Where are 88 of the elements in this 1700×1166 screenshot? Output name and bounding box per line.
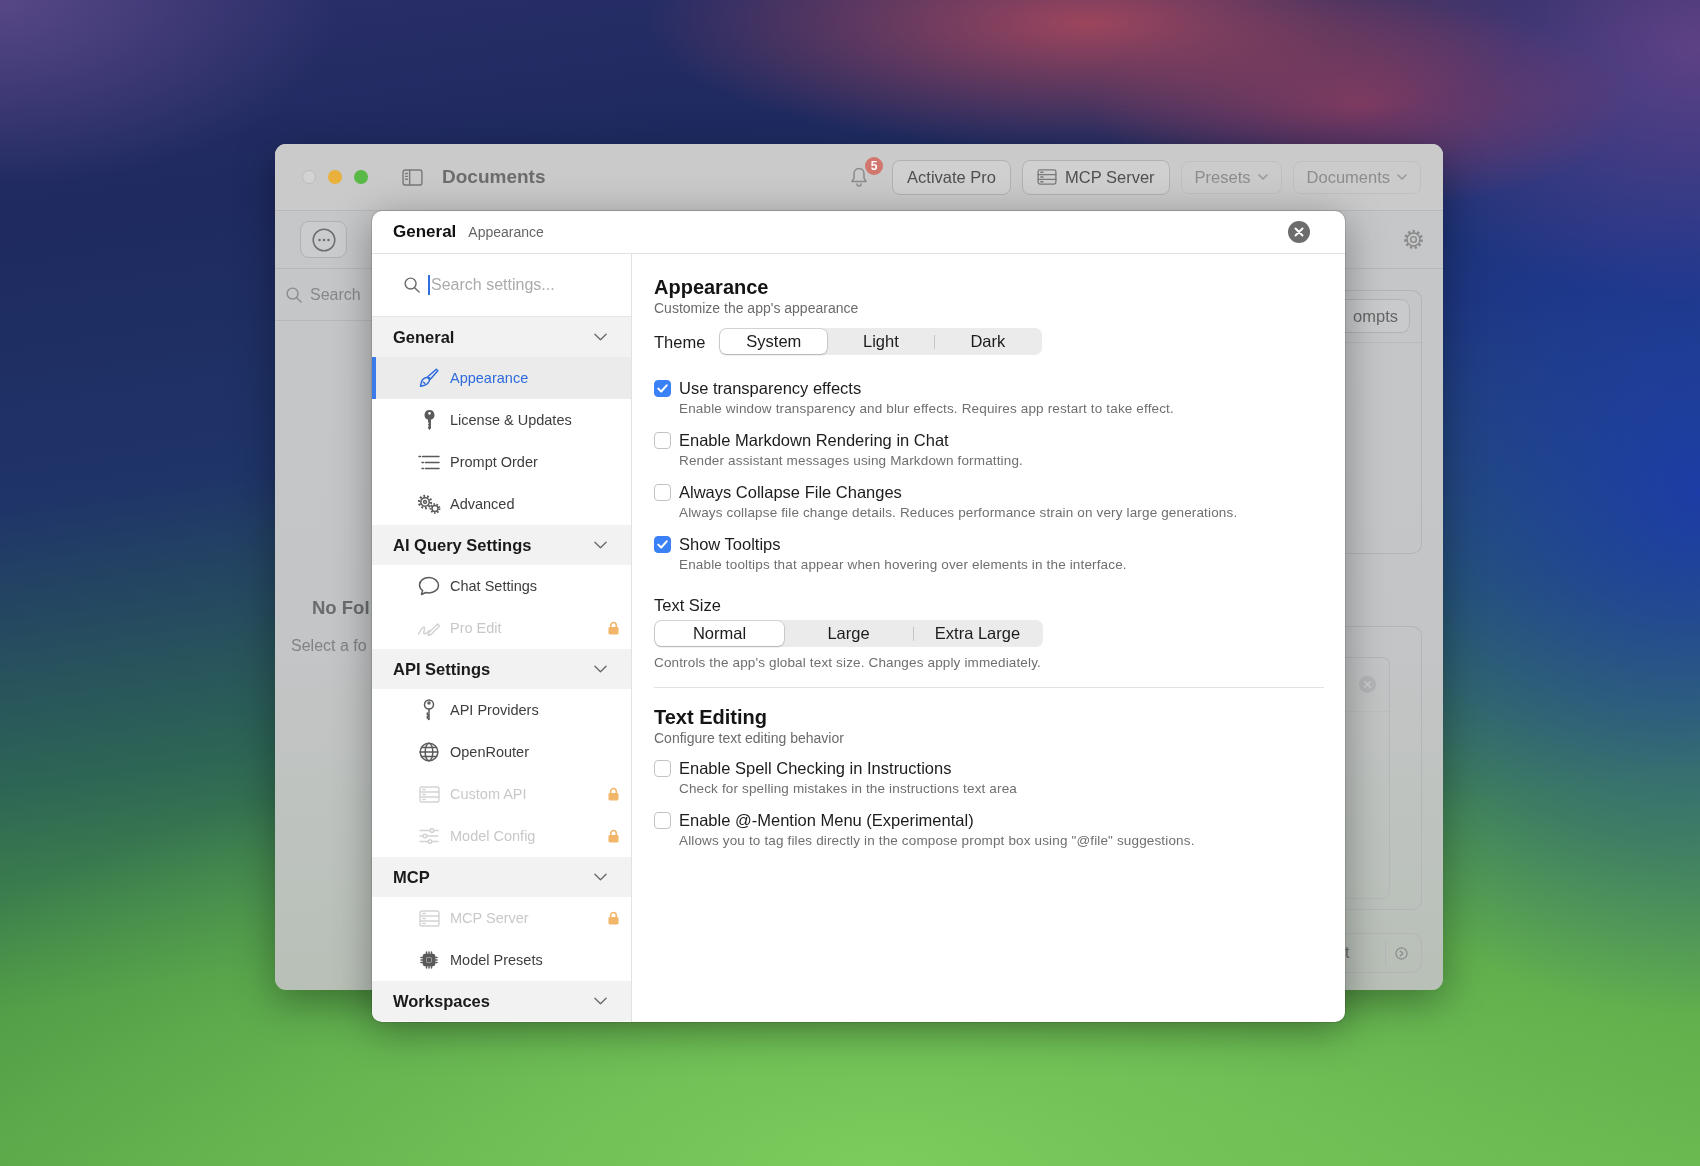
setting-description: Enable tooltips that appear when hovering over elements in the interface. bbox=[679, 556, 1127, 574]
section-title: Appearance bbox=[654, 275, 769, 299]
window-title: Documents bbox=[442, 166, 546, 188]
more-button[interactable] bbox=[300, 221, 347, 258]
sidebar-section-header[interactable]: Workspaces bbox=[372, 981, 631, 1021]
empty-state-hint: Select a fo bbox=[291, 636, 367, 656]
sidebar-item[interactable]: Prompt Order bbox=[372, 441, 631, 483]
sidebar-item[interactable]: License & Updates bbox=[372, 399, 631, 441]
search-input[interactable]: Search bbox=[310, 285, 364, 304]
section-subtitle: Configure text editing behavior bbox=[654, 729, 844, 747]
sidebar-section-header[interactable]: General bbox=[372, 317, 631, 357]
checkmark-icon bbox=[657, 539, 668, 549]
setting-description: Allows you to tag files directly in the compose prompt box using "@file" suggestions. bbox=[679, 832, 1195, 850]
close-icon bbox=[1294, 227, 1304, 237]
section-title: Text Editing bbox=[654, 705, 767, 729]
sidebar-toggle-icon bbox=[402, 168, 423, 186]
speech-bubble-icon bbox=[418, 576, 440, 596]
lock-icon bbox=[608, 829, 619, 843]
bell-icon bbox=[850, 167, 869, 187]
key-icon bbox=[423, 410, 435, 430]
lock-icon bbox=[608, 621, 619, 635]
ellipsis-icon bbox=[311, 227, 336, 252]
checkbox[interactable] bbox=[654, 379, 671, 397]
setting-description: Always collapse file change details. Reduces performance strain on very large generations. bbox=[679, 504, 1238, 522]
checkbox[interactable] bbox=[654, 811, 671, 829]
sidebar-section-header[interactable]: API Settings bbox=[372, 649, 631, 689]
setting-description: Enable window transparency and blur effects. Requires app restart to take effect. bbox=[679, 400, 1174, 418]
toolbar-button[interactable]: Activate Pro bbox=[892, 159, 1012, 195]
segment-option[interactable]: Light bbox=[827, 329, 935, 354]
empty-state-title: No Fol bbox=[312, 596, 370, 620]
bar-text: t bbox=[1345, 944, 1350, 962]
checkbox[interactable] bbox=[654, 431, 671, 449]
minimize-window-icon[interactable] bbox=[328, 170, 342, 184]
sidebar-section-header[interactable]: MCP bbox=[372, 857, 631, 897]
server-icon bbox=[418, 909, 440, 927]
list-icon bbox=[418, 454, 440, 470]
prompts-button[interactable]: ompts bbox=[1345, 299, 1410, 333]
checkbox-label: Enable @-Mention Menu (Experimental) bbox=[679, 810, 974, 831]
breadcrumb-label: Appearance bbox=[468, 224, 544, 240]
sliders-icon bbox=[419, 828, 439, 844]
segment-option[interactable]: System bbox=[720, 329, 828, 354]
lock-icon bbox=[608, 787, 619, 801]
chevron-down-icon bbox=[1257, 174, 1268, 180]
server-icon bbox=[1037, 169, 1058, 185]
chevron-down-icon bbox=[1397, 174, 1407, 180]
server-icon bbox=[418, 785, 440, 803]
globe-icon bbox=[419, 742, 439, 762]
checkbox-label: Always Collapse File Changes bbox=[679, 482, 902, 503]
checkbox-label: Show Tooltips bbox=[679, 534, 781, 555]
checkbox-label: Enable Markdown Rendering in Chat bbox=[679, 430, 949, 451]
setting-label: Theme bbox=[654, 331, 706, 353]
checkbox[interactable] bbox=[654, 535, 671, 553]
sidebar-item[interactable]: API Providers bbox=[372, 689, 631, 731]
segment-option[interactable]: Large bbox=[784, 621, 913, 646]
setting-description: Controls the app's global text size. Changes apply immediately. bbox=[654, 654, 1041, 672]
setting-label: Text Size bbox=[654, 595, 721, 616]
sidebar-item[interactable]: OpenRouter bbox=[372, 731, 631, 773]
search-input[interactable]: Search settings... bbox=[431, 276, 571, 294]
sidebar-item[interactable]: Chat Settings bbox=[372, 565, 631, 607]
settings-icon bbox=[1403, 229, 1424, 250]
checkbox[interactable] bbox=[654, 483, 671, 501]
sidebar-item[interactable]: Advanced bbox=[372, 483, 631, 525]
sidebar-section-header[interactable]: AI Query Settings bbox=[372, 525, 631, 565]
sidebar-item[interactable]: Appearance bbox=[372, 357, 631, 399]
key-icon bbox=[423, 699, 435, 721]
chip-icon bbox=[420, 951, 438, 969]
search-icon bbox=[404, 277, 420, 293]
search-icon bbox=[286, 286, 302, 303]
gears-icon bbox=[417, 494, 441, 514]
close-button[interactable] bbox=[1288, 221, 1310, 243]
arrow-circle-icon bbox=[1395, 946, 1408, 960]
close-circle-icon bbox=[1358, 676, 1376, 693]
setting-description: Render assistant messages using Markdown formatting. bbox=[679, 452, 1023, 470]
checkmark-icon bbox=[657, 383, 668, 393]
dialog-title: General bbox=[393, 222, 457, 242]
paintbrush-icon bbox=[419, 368, 439, 388]
toolbar-button[interactable]: MCP Server bbox=[1022, 159, 1170, 195]
section-subtitle: Customize the app's appearance bbox=[654, 299, 859, 317]
lock-icon bbox=[608, 911, 619, 925]
notification-badge: 5 bbox=[865, 157, 884, 175]
sidebar-item[interactable]: Model Presets bbox=[372, 939, 631, 981]
text-cursor-icon bbox=[428, 275, 430, 295]
checkbox-label: Enable Spell Checking in Instructions bbox=[679, 758, 952, 779]
zoom-window-icon[interactable] bbox=[354, 170, 368, 184]
checkbox-label: Use transparency effects bbox=[679, 378, 862, 399]
segment-option[interactable]: Normal bbox=[655, 621, 784, 646]
checkbox[interactable] bbox=[654, 759, 671, 777]
setting-description: Check for spelling mistakes in the instructions text area bbox=[679, 780, 1017, 798]
